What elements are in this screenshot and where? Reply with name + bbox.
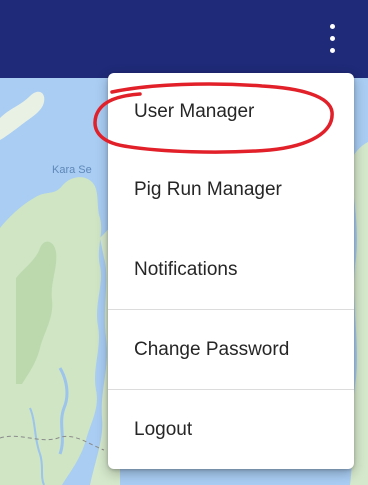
menu-item-logout[interactable]: Logout [108,391,354,469]
sea-label: Kara Se [52,164,92,176]
app-bar [0,0,368,78]
land-mass-left [0,177,102,485]
dot [330,36,335,41]
more-vert-icon[interactable] [324,22,342,56]
menu-item-user-manager[interactable]: User Manager [108,73,354,151]
app-screen: Kara Se User Manager Pig Run Manager Not… [0,0,368,485]
menu-divider [108,309,354,310]
dot [330,24,335,29]
menu-item-change-password[interactable]: Change Password [108,311,354,389]
menu-item-pig-run-manager[interactable]: Pig Run Manager [108,151,354,229]
dropdown-menu: User Manager Pig Run Manager Notificatio… [108,73,354,469]
menu-item-notifications[interactable]: Notifications [108,231,354,309]
menu-divider [108,389,354,390]
dot [330,48,335,53]
